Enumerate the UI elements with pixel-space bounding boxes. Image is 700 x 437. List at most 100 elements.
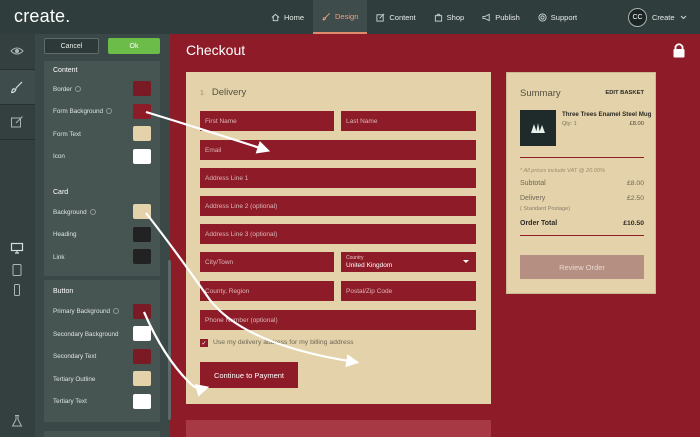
summary-title: Summary: [520, 88, 561, 99]
icon-swatch[interactable]: [133, 149, 151, 164]
nav-support[interactable]: Support: [529, 0, 586, 34]
design-panel: Cancel Ok Content Border Form Background…: [35, 34, 170, 437]
nav-publish[interactable]: Publish: [473, 0, 529, 34]
product-price: £8.00: [629, 121, 644, 127]
secondary-background-label: Secondary Background: [53, 331, 119, 338]
form-text-swatch[interactable]: [133, 126, 151, 141]
nav-shop[interactable]: Shop: [425, 0, 474, 34]
paintbrush-icon: [322, 12, 330, 20]
user-menu[interactable]: CC Create: [628, 8, 687, 27]
product-thumbnail: [520, 110, 556, 146]
bag-icon: [434, 13, 442, 22]
delivery-heading: 1 Delivery: [200, 87, 246, 98]
info-icon[interactable]: [89, 209, 96, 216]
email-field[interactable]: Email: [200, 140, 476, 160]
top-bar: create. Home Design Content Shop Publish…: [0, 0, 700, 34]
border-swatch[interactable]: [133, 81, 151, 96]
link-label: Link: [53, 254, 65, 261]
county-field[interactable]: County, Region: [200, 281, 334, 301]
billing-checkbox[interactable]: ✓: [200, 339, 208, 347]
step-number: 1: [200, 90, 204, 97]
mobile-icon[interactable]: [10, 283, 24, 297]
caret-down-icon: [463, 260, 469, 263]
continue-to-payment-button[interactable]: Continue to Payment: [200, 362, 298, 388]
subtotal-label: Subtotal: [520, 180, 546, 187]
info-icon[interactable]: [113, 308, 120, 315]
last-name-field[interactable]: Last Name: [341, 111, 476, 131]
chevron-down-icon: [680, 15, 686, 20]
nav-design[interactable]: Design: [313, 0, 368, 34]
primary-background-label: Primary Background: [53, 308, 111, 315]
subtotal-value: £8.00: [626, 180, 644, 187]
button-section: Button Primary Background Secondary Back…: [44, 280, 160, 422]
secondary-text-swatch[interactable]: [133, 349, 151, 364]
address-line-3-field[interactable]: Address Line 3 (optional): [200, 224, 476, 244]
tablet-icon[interactable]: [10, 263, 24, 277]
delivery-label: Delivery: [520, 195, 546, 202]
order-total-label: Order Total: [520, 220, 558, 227]
paintbrush-icon[interactable]: [10, 80, 24, 94]
flask-icon[interactable]: [10, 414, 24, 428]
divider: [520, 235, 644, 236]
eye-icon[interactable]: [10, 44, 24, 58]
info-icon[interactable]: [106, 108, 113, 115]
megaphone-icon: [482, 13, 490, 21]
logo[interactable]: create.: [14, 6, 70, 27]
delivery-value: £2.50: [626, 195, 644, 202]
tertiary-outline-swatch[interactable]: [133, 371, 151, 386]
nav-content-label: Content: [389, 12, 416, 22]
address-line-2-field[interactable]: Address Line 2 (optional): [200, 196, 476, 216]
tertiary-text-label: Tertiary Text: [53, 398, 87, 405]
billing-checkbox-label[interactable]: Use my delivery address for my billing a…: [213, 339, 354, 346]
vat-note: * All prices include VAT @ 20.00%: [520, 168, 605, 174]
card-background-label: Background: [53, 209, 87, 216]
main-nav: Home Design Content Shop Publish Support: [262, 0, 586, 34]
review-order-button[interactable]: Review Order: [520, 255, 644, 279]
lifebuoy-icon: [538, 12, 547, 22]
lock-icon: [673, 43, 685, 58]
country-select[interactable]: Country United Kingdom: [341, 252, 476, 272]
panel-scrollbar[interactable]: [168, 260, 171, 420]
edit-icon[interactable]: [10, 115, 24, 129]
nav-publish-label: Publish: [495, 12, 520, 22]
nav-home[interactable]: Home: [262, 0, 313, 34]
first-name-field[interactable]: First Name: [200, 111, 334, 131]
phone-field[interactable]: Phone Number (optional): [200, 310, 476, 330]
tertiary-text-swatch[interactable]: [133, 394, 151, 409]
link-swatch[interactable]: [133, 249, 151, 264]
heading-label: Heading: [53, 231, 77, 238]
card-section: Card Background Heading Link: [44, 183, 160, 276]
address-line-1-field[interactable]: Address Line 1: [200, 168, 476, 188]
primary-background-swatch[interactable]: [133, 304, 151, 319]
secondary-text-label: Secondary Text: [53, 353, 97, 360]
edit-basket-link[interactable]: EDIT BASKET: [605, 90, 644, 96]
page-title: Checkout: [186, 42, 246, 58]
nav-home-label: Home: [284, 12, 305, 22]
city-field[interactable]: City/Town: [200, 252, 334, 272]
country-label: Country: [346, 255, 364, 261]
summary-card: Summary EDIT BASKET Three Trees Enamel S…: [506, 72, 656, 294]
next-section: [44, 431, 160, 437]
secondary-background-swatch[interactable]: [133, 326, 151, 341]
info-icon[interactable]: [74, 86, 81, 93]
product-qty: Qty: 1: [562, 121, 577, 127]
desktop-icon[interactable]: [10, 241, 24, 255]
section-title: Button: [53, 288, 74, 295]
nav-content[interactable]: Content: [367, 0, 424, 34]
home-icon: [271, 13, 280, 21]
border-label: Border: [53, 86, 72, 93]
form-background-swatch[interactable]: [133, 104, 151, 119]
nav-shop-label: Shop: [446, 12, 465, 22]
heading-swatch[interactable]: [133, 227, 151, 242]
cancel-button[interactable]: Cancel: [44, 38, 99, 54]
nav-support-label: Support: [550, 12, 578, 22]
section-title: Card: [53, 189, 69, 196]
card-background-swatch[interactable]: [133, 204, 151, 219]
payment-card-collapsed: [186, 420, 491, 437]
order-total-value: £10.50: [623, 220, 644, 227]
ok-button[interactable]: Ok: [108, 38, 160, 54]
delivery-card: 1 Delivery First Name Last Name Email Add…: [186, 72, 491, 404]
edit-icon: [376, 13, 385, 22]
form-text-label: Form Text: [53, 131, 81, 138]
postcode-field[interactable]: Postal/Zip Code: [341, 281, 476, 301]
